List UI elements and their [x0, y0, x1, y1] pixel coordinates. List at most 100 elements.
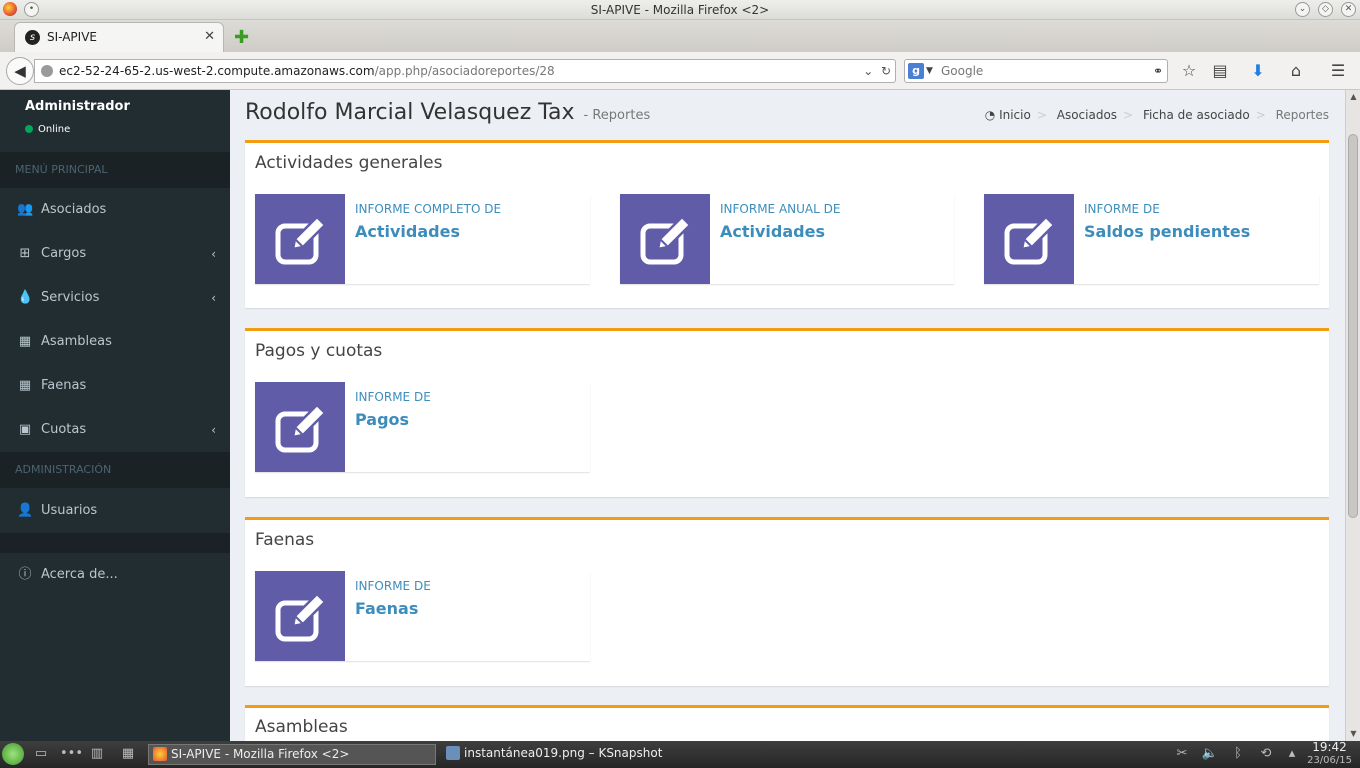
task-ksnapshot[interactable]: instantánea019.png – KSnapshot: [442, 744, 702, 765]
info-icon: ⓘ: [18, 567, 32, 582]
report-card[interactable]: INFORME ANUAL DE Actividades: [620, 194, 954, 284]
user-icon: 👤: [17, 503, 34, 518]
tint-icon: 💧: [17, 290, 34, 305]
reload-icon[interactable]: ↻: [881, 64, 891, 78]
page-scrollbar[interactable]: ▲ ▼: [1345, 90, 1360, 741]
report-card[interactable]: INFORME DE Saldos pendientes: [984, 194, 1319, 284]
url-path: /app.php/asociadoreportes/28: [374, 64, 555, 78]
box-title: Pagos y cuotas: [255, 341, 383, 361]
breadcrumb-inicio[interactable]: Inicio: [999, 108, 1031, 122]
box-pagos-y-cuotas: Pagos y cuotas INFORME DE Pagos: [245, 328, 1329, 497]
users-icon: 👥: [17, 202, 34, 217]
report-card-title[interactable]: Faenas: [355, 599, 418, 618]
report-card-title[interactable]: Actividades: [720, 222, 825, 241]
user-name: Administrador: [25, 99, 130, 114]
tab-bar: s SI-APIVE ✕: [0, 20, 1360, 52]
sidebar-item-servicios[interactable]: 💧 Servicios ‹: [0, 276, 230, 320]
menu-header-main: MENÚ PRINCIPAL: [0, 152, 230, 188]
edit-icon: [255, 571, 345, 661]
new-tab-button[interactable]: ✚: [234, 27, 249, 48]
main-content: Rodolfo Marcial Velasquez Tax - Reportes…: [230, 90, 1345, 741]
close-tab-icon[interactable]: ✕: [204, 29, 215, 44]
report-card-text: INFORME DE: [1084, 202, 1160, 216]
task-firefox[interactable]: SI-APIVE - Mozilla Firefox <2>: [148, 744, 436, 765]
globe-icon: [41, 65, 53, 77]
sync-icon[interactable]: ⟲: [1257, 746, 1275, 762]
report-card-title[interactable]: Saldos pendientes: [1084, 222, 1250, 241]
tray-expand-icon[interactable]: ▴: [1283, 746, 1301, 762]
search-input[interactable]: Google: [941, 64, 983, 78]
maximize-button[interactable]: ◇: [1318, 2, 1333, 17]
sitemap-icon: ⊞: [19, 246, 31, 261]
bluetooth-icon[interactable]: ᛒ: [1229, 746, 1247, 762]
binoculars-icon[interactable]: ⚭: [1153, 60, 1163, 82]
user-status: Online: [25, 124, 70, 135]
page-title: Rodolfo Marcial Velasquez Tax - Reportes: [245, 100, 651, 125]
navigation-bar: ◀ ec2-52-24-65-2.us-west-2.compute.amazo…: [0, 52, 1360, 90]
sidebar-item-cargos[interactable]: ⊞ Cargos ‹: [0, 232, 230, 276]
calendar-applet-icon[interactable]: ▦: [119, 746, 137, 762]
sidebar-item-asociados[interactable]: 👥 Asociados: [0, 188, 230, 232]
home-icon[interactable]: ⌂: [1285, 60, 1307, 82]
sidebar-divider: [0, 533, 230, 553]
scroll-down-icon[interactable]: ▼: [1346, 727, 1360, 741]
taskbar: ▭ ••• ▥ ▦ SI-APIVE - Mozilla Firefox <2>…: [0, 741, 1360, 768]
tab-si-apive[interactable]: s SI-APIVE ✕: [14, 22, 224, 52]
sidebar-item-asambleas[interactable]: ▦ Asambleas: [0, 320, 230, 364]
box-asambleas: Asambleas: [245, 705, 1329, 741]
google-icon[interactable]: g: [908, 63, 924, 79]
dashboard-icon: ◔: [984, 108, 996, 122]
firefox-icon: [153, 747, 167, 761]
image-icon: [446, 746, 460, 760]
breadcrumb-asociados[interactable]: Asociados: [1057, 108, 1117, 122]
report-card-title[interactable]: Actividades: [355, 222, 460, 241]
url-bar[interactable]: ec2-52-24-65-2.us-west-2.compute.amazona…: [34, 59, 896, 83]
box-title: Asambleas: [255, 717, 348, 737]
chevron-left-icon: ‹: [211, 291, 216, 305]
scrollbar-thumb[interactable]: [1348, 134, 1358, 518]
close-window-button[interactable]: ✕: [1341, 2, 1356, 17]
bookmark-star-icon[interactable]: ☆: [1178, 60, 1200, 82]
back-button[interactable]: ◀: [6, 57, 34, 85]
clock[interactable]: 19:42 23/06/15: [1307, 741, 1352, 767]
report-card-title[interactable]: Pagos: [355, 410, 409, 429]
chevron-left-icon: ‹: [211, 423, 216, 437]
money-icon: ▣: [18, 422, 32, 437]
sidebar-item-acerca[interactable]: ⓘ Acerca de...: [0, 553, 230, 597]
edit-icon: [255, 382, 345, 472]
report-card-text: INFORME ANUAL DE: [720, 202, 841, 216]
sidebar-item-usuarios[interactable]: 👤 Usuarios: [0, 489, 230, 533]
url-dropdown-icon[interactable]: ⌄: [863, 64, 873, 78]
report-card[interactable]: INFORME COMPLETO DE Actividades: [255, 194, 590, 284]
downloads-icon[interactable]: ⬇: [1247, 60, 1269, 82]
menu-icon[interactable]: ☰: [1327, 60, 1349, 82]
sidebar-item-label: Acerca de...: [41, 567, 118, 582]
minimize-button[interactable]: ⌄: [1295, 2, 1310, 17]
edit-icon: [620, 194, 710, 284]
search-engine-dropdown-icon[interactable]: ▼: [926, 60, 933, 82]
breadcrumb: ◔ Inicio > Asociados > Ficha de asociado > …: [984, 108, 1329, 122]
sidebar-item-cuotas[interactable]: ▣ Cuotas ‹: [0, 408, 230, 452]
volume-icon[interactable]: 🔈: [1201, 746, 1219, 762]
edit-icon: [984, 194, 1074, 284]
box-actividades-generales: Actividades generales INFORME COMPLETO D…: [245, 140, 1329, 308]
desktop-icon[interactable]: ▭: [32, 746, 50, 762]
workspace-icon[interactable]: ▥: [88, 746, 106, 762]
scroll-up-icon[interactable]: ▲: [1346, 90, 1360, 104]
reading-list-icon[interactable]: ▤: [1209, 60, 1231, 82]
url-host: ec2-52-24-65-2.us-west-2.compute.amazona…: [59, 64, 375, 78]
more-icon[interactable]: •••: [60, 746, 83, 762]
sidebar-item-label: Cuotas: [41, 422, 87, 437]
search-bar[interactable]: g ▼ Google ⚭: [904, 59, 1168, 83]
network-icon[interactable]: ✂: [1173, 746, 1191, 762]
report-card[interactable]: INFORME DE Faenas: [255, 571, 590, 661]
symfony-favicon-icon: s: [25, 30, 40, 45]
start-menu-icon[interactable]: [2, 743, 24, 765]
breadcrumb-reportes: Reportes: [1275, 108, 1329, 122]
report-card[interactable]: INFORME DE Pagos: [255, 382, 590, 472]
window-title: SI-APIVE - Mozilla Firefox <2>: [590, 3, 770, 17]
breadcrumb-ficha[interactable]: Ficha de asociado: [1143, 108, 1250, 122]
tab-label: SI-APIVE: [47, 30, 97, 44]
report-card-text: INFORME DE: [355, 390, 431, 404]
sidebar-item-faenas[interactable]: ▦ Faenas: [0, 364, 230, 408]
